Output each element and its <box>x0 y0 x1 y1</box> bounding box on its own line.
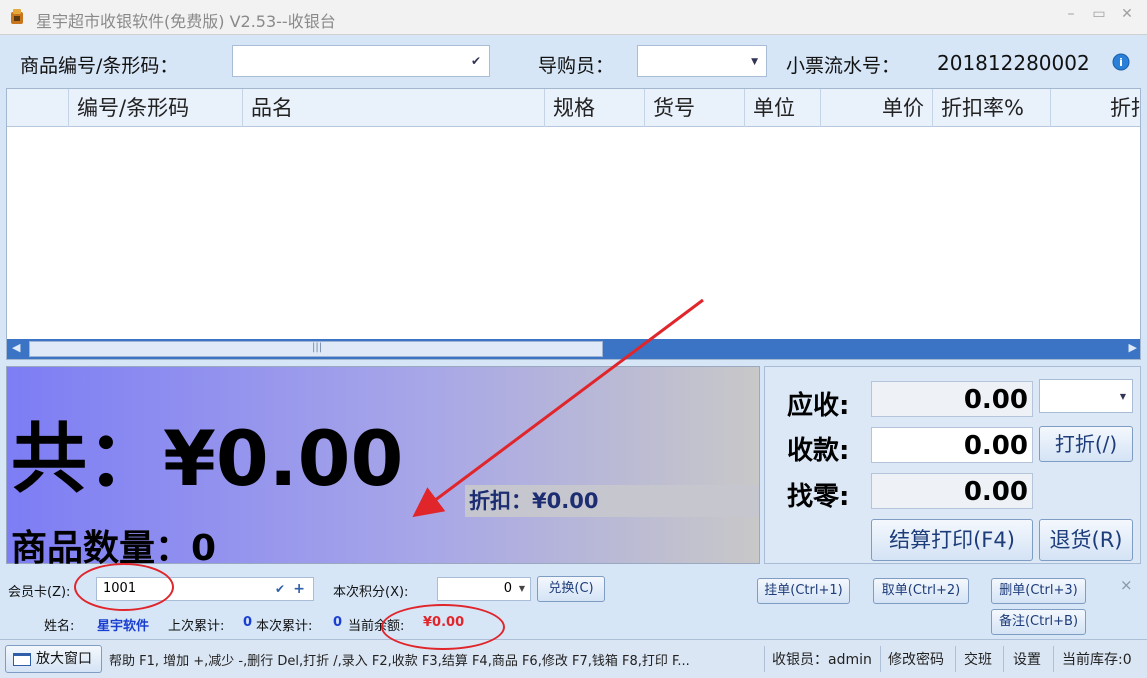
dropdown-arrow-icon[interactable]: ▼ <box>1120 392 1126 401</box>
column-header-price[interactable]: 单价 <box>821 89 933 127</box>
balance-value: ¥0.00 <box>423 615 465 630</box>
svg-text:i: i <box>1119 56 1123 69</box>
column-header-spec[interactable]: 规格 <box>545 89 645 127</box>
delete-order-button[interactable]: 删单(Ctrl+3) <box>991 578 1086 604</box>
ticket-number-label: 小票流水号： <box>786 55 901 77</box>
change-password-link[interactable]: 修改密码 <box>888 649 944 669</box>
shortcut-help-text: 帮助 F1, 增加 +,减少 -,删行 Del,打折 /,录入 F2,收款 F3… <box>109 654 690 669</box>
this-total-label: 本次累计: <box>256 619 313 634</box>
column-header-discount-rate[interactable]: 折扣率% <box>933 89 1051 127</box>
last-total-label: 上次累计: <box>168 619 225 634</box>
close-window-button[interactable]: ✕ <box>1116 6 1138 22</box>
discount-button[interactable]: 打折(/) <box>1039 426 1133 462</box>
status-bar: 放大窗口 帮助 F1, 增加 +,减少 -,删行 Del,打折 /,录入 F2,… <box>0 639 1147 678</box>
scroll-right-icon[interactable]: ▶ <box>1129 341 1137 354</box>
status-separator <box>764 646 765 672</box>
column-header-name[interactable]: 品名 <box>243 89 545 127</box>
column-header-barcode[interactable]: 编号/条形码 <box>69 89 243 127</box>
member-name-label: 姓名: <box>44 619 75 634</box>
receivable-value: 0.00 <box>871 381 1033 417</box>
cashier-label: 收银员：admin <box>772 652 872 668</box>
member-card-input[interactable]: 1001 ✔ + <box>96 577 314 601</box>
hold-order-button[interactable]: 挂单(Ctrl+1) <box>757 578 850 604</box>
points-input[interactable]: 0 ▼ <box>437 577 531 601</box>
chevron-down-icon[interactable]: ✔ <box>471 54 481 68</box>
grid-header: 编号/条形码 品名 规格 货号 单位 单价 折扣率% 折扣价 <box>7 89 1140 127</box>
ticket-number-value: 201812280002 <box>937 51 1090 75</box>
scrollbar-thumb[interactable]: ||| <box>29 341 603 357</box>
maximize-button[interactable]: ▭ <box>1088 6 1110 22</box>
scroll-left-icon[interactable]: ◀ <box>12 341 20 354</box>
receivable-label: 应收: <box>787 391 850 421</box>
redeem-button[interactable]: 兑换(C) <box>537 576 605 602</box>
payment-panel: 应收: 0.00 ▼ 收款: 0.00 打折(/) 找零: 0.00 结算打印(… <box>764 366 1141 564</box>
shift-handover-link[interactable]: 交班 <box>964 649 992 669</box>
status-separator <box>1053 646 1054 672</box>
confirm-check-icon[interactable]: ✔ <box>275 578 285 600</box>
member-card-value: 1001 <box>103 581 137 596</box>
points-value: 0 <box>503 581 512 596</box>
horizontal-scrollbar[interactable]: ◀ ||| ▶ <box>7 339 1140 359</box>
window-icon <box>13 653 31 666</box>
checkout-print-button[interactable]: 结算打印(F4) <box>871 519 1033 561</box>
retrieve-order-button[interactable]: 取单(Ctrl+2) <box>873 578 969 604</box>
title-bar: 星宇超市收银软件(免费版) V2.53--收银台 – ▭ ✕ <box>0 0 1147 35</box>
status-separator <box>955 646 956 672</box>
enlarge-window-button[interactable]: 放大窗口 <box>5 645 102 673</box>
add-plus-icon[interactable]: + <box>293 578 305 600</box>
enlarge-window-label: 放大窗口 <box>36 651 92 667</box>
points-label: 本次积分(X): <box>333 585 409 600</box>
column-header-item-no[interactable]: 货号 <box>645 89 745 127</box>
close-icon[interactable]: × <box>1120 576 1133 594</box>
total-amount: 共：¥0.00 <box>11 414 404 503</box>
guide-label: 导购员： <box>538 55 615 77</box>
discount-amount: 折扣：¥0.00 <box>465 485 759 517</box>
product-grid[interactable]: 编号/条形码 品名 规格 货号 单位 单价 折扣率% 折扣价 ◀ ||| ▶ <box>6 88 1141 360</box>
member-card-label: 会员卡(Z): <box>8 585 71 600</box>
item-quantity: 商品数量：0 <box>11 528 217 569</box>
minimize-button[interactable]: – <box>1060 6 1082 22</box>
grip-icon: ||| <box>312 342 323 353</box>
received-label: 收款: <box>787 436 850 466</box>
column-header-unit[interactable]: 单位 <box>745 89 821 127</box>
dropdown-arrow-icon[interactable]: ▼ <box>519 578 525 600</box>
received-input[interactable]: 0.00 <box>871 427 1033 463</box>
change-value: 0.00 <box>871 473 1033 509</box>
this-total-value: 0 <box>333 615 343 630</box>
return-goods-button[interactable]: 退货(R) <box>1039 519 1133 561</box>
change-label: 找零: <box>787 482 850 512</box>
stock-status: 当前库存:0 <box>1062 652 1132 668</box>
barcode-combobox[interactable]: ✔ <box>232 45 490 77</box>
column-header-discount-price[interactable]: 折扣价 <box>1051 89 1140 127</box>
help-info-icon[interactable]: i <box>1112 53 1130 71</box>
barcode-label: 商品编号/条形码： <box>20 55 179 77</box>
status-separator <box>1003 646 1004 672</box>
note-button[interactable]: 备注(Ctrl+B) <box>991 609 1086 635</box>
status-separator <box>880 646 881 672</box>
app-logo-icon <box>11 9 23 24</box>
last-total-value: 0 <box>243 615 253 630</box>
balance-label: 当前余额: <box>348 619 405 634</box>
settings-link[interactable]: 设置 <box>1013 649 1041 669</box>
guide-combobox[interactable]: ▼ <box>637 45 767 77</box>
window-title: 星宇超市收银软件(免费版) V2.53--收银台 <box>36 12 336 31</box>
grid-header-rowselector <box>7 89 69 127</box>
receivable-combobox[interactable]: ▼ <box>1039 379 1133 413</box>
total-display-panel: 共：¥0.00 折扣：¥0.00 商品数量：0 <box>6 366 760 569</box>
member-name-value: 星宇软件 <box>97 619 150 634</box>
dropdown-arrow-icon[interactable]: ▼ <box>751 57 758 67</box>
